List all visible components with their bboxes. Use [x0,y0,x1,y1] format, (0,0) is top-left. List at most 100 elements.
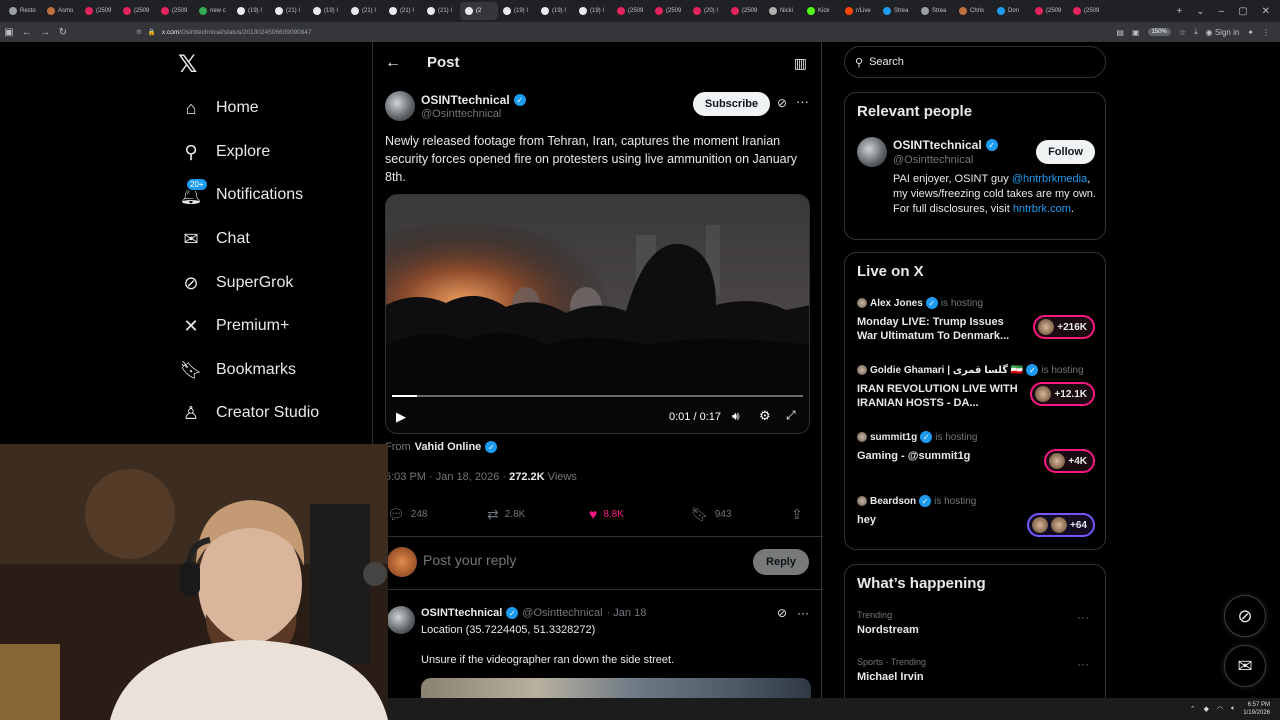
live-item[interactable]: Beardson ✓ is hosting hey +64 [857,495,1095,555]
browser-tab[interactable]: (2509 [118,2,156,20]
browser-tab[interactable]: (21) I [422,2,460,20]
nav-premium[interactable]: ✕ Premium+ [170,306,289,346]
play-icon[interactable]: ▶ [396,409,406,425]
browser-tab[interactable]: (2509 [80,2,118,20]
trend-more-icon[interactable]: ··· [1077,657,1089,671]
nav-explore[interactable]: ⚲ Explore [170,132,270,172]
repost-action[interactable]: ⇄ 2.8K [487,506,525,523]
grok-float-button[interactable]: ⊘ [1224,595,1266,637]
more-options-icon[interactable]: ··· [797,606,809,620]
nav-supergrok[interactable]: ⊘ SuperGrok [170,263,293,303]
grok-explain-icon[interactable]: ⊘ [777,606,787,620]
relevant-person-name-row[interactable]: OSINTtechnical ✓ [893,138,998,152]
forward-nav-button[interactable]: → [36,27,54,38]
relevant-person-handle[interactable]: @Osinttechnical [893,154,973,166]
fullscreen-icon[interactable]: ⤢ [786,408,796,423]
menu-icon[interactable]: ⋮ [1262,28,1270,37]
live-item[interactable]: Goldie Ghamari | گلسا قمری 🇮🇷 ✓ is hosting… [857,364,1095,424]
video-player[interactable]: ▶ 0:01 / 0:17 🔊︎ ⚙ ⤢ [385,194,810,434]
volume-icon[interactable]: 🔊︎ [732,409,740,424]
nav-bookmarks[interactable]: 🔖︎ Bookmarks [170,350,296,390]
nav-notifications[interactable]: 🔔︎ 20+ Notifications [170,175,303,215]
profile-button[interactable]: ◉ Sign in [1206,28,1240,37]
browser-tab[interactable]: (19) I [232,2,270,20]
reply-author-name[interactable]: OSINTtechnical [421,607,502,619]
settings-gear-icon[interactable]: ⚙ [759,408,771,424]
more-options-icon[interactable]: ··· [796,94,809,109]
live-item[interactable]: Alex Jones ✓ is hosting Monday LIVE: Trump… [857,297,1095,357]
tab-list-icon[interactable]: ⌄ [1196,6,1204,17]
live-listeners-pill[interactable]: +4K [1044,449,1095,473]
messages-float-button[interactable]: ✉ [1224,645,1266,687]
browser-tab[interactable]: (2509 [726,2,764,20]
reply-author-handle[interactable]: @Osinttechnical [522,607,602,619]
post-timestamp[interactable]: 6:03 PM · Jan 18, 2026 · [385,471,509,483]
browser-tab[interactable]: Nicki [764,2,802,20]
browser-tab[interactable]: Strea [916,2,954,20]
nav-creator-studio[interactable]: ♙ Creator Studio [170,393,319,433]
bio-site-link[interactable]: hntrbrk.com [1013,203,1071,215]
reply-action[interactable]: 💬︎ 248 [387,506,427,523]
browser-tab[interactable]: (2509 [612,2,650,20]
browser-tab[interactable]: (19) I [498,2,536,20]
tray-app-icon[interactable]: ◆ [1204,705,1209,713]
browser-tab[interactable]: Don [992,2,1030,20]
browser-tab[interactable]: new c [194,2,232,20]
bookmark-action[interactable]: 🔖︎ 943 [691,506,731,523]
trend-item[interactable]: Sports · Trending Michael Irvin ··· [857,657,1095,683]
browser-tab[interactable]: (21) I [270,2,308,20]
speaker-icon[interactable]: 🔈︎ [1231,705,1235,713]
browser-tab[interactable]: Resto [4,2,42,20]
live-item[interactable]: summit1g ✓ is hosting Gaming - @summit1g +… [857,431,1095,491]
browser-tab[interactable]: (19) I [574,2,612,20]
browser-tab[interactable]: Chris [954,2,992,20]
maximize-button[interactable]: ▢ [1238,6,1247,17]
browser-tab[interactable]: Kick [802,2,840,20]
site-info-icon[interactable]: ⚙ [136,28,142,36]
grok-explain-icon[interactable]: ⊘ [777,96,787,110]
browser-tab[interactable]: (21) I [384,2,422,20]
reply-date[interactable]: · Jan 18 [607,607,647,619]
subscribe-button[interactable]: Subscribe [693,92,770,116]
search-input[interactable]: ⚲ Search [844,46,1106,78]
tray-arrow-icon[interactable]: ⌃ [1190,705,1196,713]
like-action[interactable]: ♥ 8.8K [589,506,624,522]
browser-tab[interactable]: Strea [878,2,916,20]
address-bar[interactable]: ⚙ 🔒 x.com/Osinttechnical/status/20130245… [136,25,1016,39]
browser-tab[interactable]: (2509 [1068,2,1106,20]
nav-chat[interactable]: ✉ Chat [170,219,249,259]
reply-input[interactable]: Post your reply [423,552,516,568]
nav-home[interactable]: ⌂ Home [170,88,259,128]
browser-tab[interactable]: (2509 [156,2,194,20]
close-window-button[interactable]: ✕ [1262,6,1270,17]
reader-mode-icon[interactable]: ▤ [1116,28,1124,37]
author-name-row[interactable]: OSINTtechnical ✓ [421,93,526,107]
browser-tab[interactable]: (2 [460,2,498,20]
browser-tab[interactable]: (19) I [536,2,574,20]
reload-button[interactable]: ↻ [54,27,72,38]
browser-tab[interactable]: (2509 [1030,2,1068,20]
author-avatar[interactable] [385,91,415,121]
zoom-level[interactable]: 150% [1147,28,1171,36]
trend-more-icon[interactable]: ··· [1077,610,1089,624]
back-arrow-icon[interactable]: ← [385,54,401,72]
trend-item[interactable]: Trending Nordstream ··· [857,610,1095,636]
sidebar-toggle-icon[interactable]: ▣ [0,27,18,38]
wifi-icon[interactable]: ◠ [1217,705,1223,713]
browser-tab[interactable]: Asmo [42,2,80,20]
system-clock[interactable]: 6:57 PM 1/19/2026 [1243,701,1270,717]
browser-tab[interactable]: r/Live [840,2,878,20]
live-listeners-pill[interactable]: +216K [1033,315,1095,339]
browser-tab[interactable]: (21) I [346,2,384,20]
reply-button[interactable]: Reply [753,549,809,575]
share-action[interactable]: ⇪ [791,506,803,523]
new-tab-button[interactable]: + [1176,6,1182,17]
x-logo-icon[interactable]: 𝕏 [178,52,204,78]
author-handle[interactable]: @Osinttechnical [421,108,501,120]
reader-view-icon[interactable]: ▥ [794,55,807,72]
minimize-button[interactable]: – [1219,6,1225,17]
browser-tab[interactable]: (2509 [650,2,688,20]
live-listeners-pill[interactable]: +64 [1027,513,1095,537]
bio-mention-link[interactable]: @hntrbrkmedia [1012,173,1087,185]
live-listeners-pill[interactable]: +12.1K [1030,382,1095,406]
